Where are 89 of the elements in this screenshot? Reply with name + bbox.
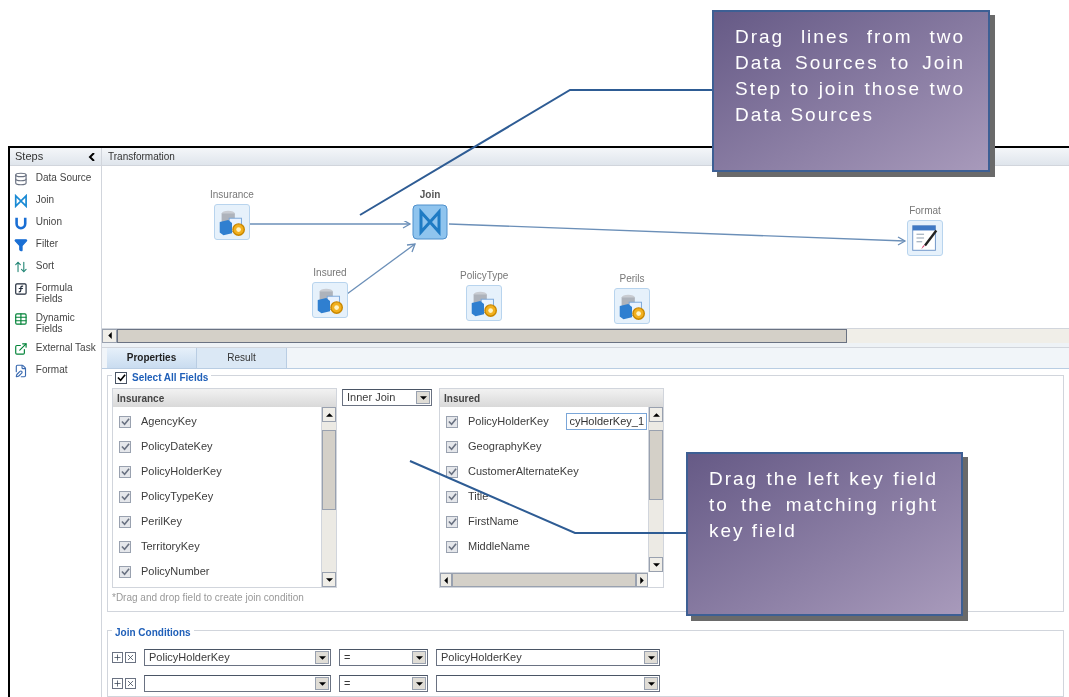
join-bowtie-icon (412, 203, 448, 240)
field-checkbox[interactable] (119, 465, 131, 478)
field-checkbox[interactable] (446, 490, 458, 503)
right-key-dropdown[interactable] (436, 675, 660, 692)
field-checkbox[interactable] (446, 515, 458, 528)
node-label: PolicyType (460, 268, 509, 283)
function-icon (14, 282, 28, 296)
field-name[interactable]: FirstName (468, 513, 519, 530)
bowtie-icon (14, 194, 28, 208)
format-brush-icon (907, 219, 943, 256)
remove-icon[interactable] (125, 678, 136, 689)
step-item[interactable]: External Task (14, 342, 97, 356)
field-name[interactable]: GeographyKey (468, 438, 542, 455)
field-name[interactable]: TerritoryKey (141, 538, 200, 555)
database-gear-icon (213, 203, 250, 240)
hint-text: *Drag and drop field to create join condition (112, 591, 305, 605)
collapse-icon[interactable] (88, 152, 96, 161)
down-arrow-icon[interactable] (325, 577, 333, 582)
right-key-dropdown[interactable]: PolicyHolderKey (436, 649, 660, 666)
node-label: Insurance (210, 187, 254, 202)
add-icon[interactable] (112, 652, 123, 663)
field-checkbox[interactable] (119, 490, 131, 503)
external-link-icon (14, 342, 28, 356)
field-name[interactable]: PolicyDateKey (141, 438, 213, 455)
select-all-checkbox[interactable] (115, 371, 127, 384)
step-item[interactable]: Union (14, 216, 97, 230)
filter-icon (14, 238, 28, 252)
field-checkbox[interactable] (119, 515, 131, 528)
field-name[interactable]: Title (468, 488, 489, 505)
node-label: Perils (619, 271, 645, 286)
join-type-dropdown[interactable]: Inner Join (342, 389, 432, 406)
step-item[interactable]: Dynamic Fields (14, 312, 97, 334)
tab[interactable]: Result (197, 347, 287, 368)
field-checkbox[interactable] (119, 440, 131, 453)
left-key-dropdown[interactable]: PolicyHolderKey (144, 649, 331, 666)
list-title: Insurance (117, 391, 165, 406)
field-checkbox[interactable] (446, 440, 458, 453)
list-title: Insured (444, 391, 481, 406)
field-checkbox[interactable] (119, 565, 131, 578)
field-name[interactable]: PolicyHolderKey (468, 413, 549, 430)
union-icon (14, 216, 28, 230)
field-checkbox[interactable] (446, 540, 458, 553)
database-icon (14, 172, 28, 186)
left-arrow-icon[interactable] (444, 576, 448, 584)
step-item[interactable]: Format (14, 364, 97, 378)
remove-icon[interactable] (125, 652, 136, 663)
table-icon (14, 312, 28, 326)
field-name[interactable]: AgencyKey (141, 413, 197, 430)
sort-icon (14, 260, 28, 274)
field-name[interactable]: PolicyTypeKey (141, 488, 214, 505)
left-key-dropdown[interactable] (144, 675, 331, 692)
step-item[interactable]: Sort (14, 260, 97, 274)
field-name[interactable]: MiddleName (468, 538, 530, 555)
database-gear-icon (312, 281, 348, 318)
down-arrow-icon[interactable] (652, 562, 660, 567)
operator-dropdown[interactable]: = (339, 675, 428, 692)
pen-document-icon (14, 364, 28, 378)
database-gear-icon (614, 287, 650, 324)
right-arrow-icon[interactable] (640, 576, 644, 584)
field-checkbox[interactable] (119, 415, 131, 428)
field-name[interactable]: PolicyNumber (141, 563, 210, 580)
connector-arrow (346, 242, 416, 295)
vertical-scrollbar[interactable] (321, 407, 336, 587)
field-name[interactable]: PolicyHolderKey (141, 463, 222, 480)
step-item[interactable]: Filter (14, 238, 97, 252)
steps-title: Steps (15, 149, 44, 165)
node-label: Format (909, 203, 941, 218)
up-arrow-icon[interactable] (652, 412, 660, 417)
field-checkbox[interactable] (446, 415, 458, 428)
step-item[interactable]: Join (14, 194, 97, 208)
add-icon[interactable] (112, 678, 123, 689)
field-checkbox[interactable] (119, 540, 131, 553)
horizontal-scrollbar[interactable] (440, 572, 648, 587)
node-label: Insured (313, 265, 347, 280)
step-item[interactable]: Data Source (14, 172, 97, 186)
tab[interactable]: Properties (107, 347, 197, 368)
field-checkbox[interactable] (446, 465, 458, 478)
field-name[interactable]: CustomerAlternateKey (468, 463, 579, 480)
canvas-title: Transformation (108, 149, 175, 164)
up-arrow-icon[interactable] (325, 412, 333, 417)
field-name[interactable]: PerilKey (141, 513, 182, 530)
database-gear-icon (466, 284, 503, 321)
alias-field[interactable]: cyHolderKey_1 (566, 413, 647, 430)
node-label: Join (419, 187, 441, 202)
step-item[interactable]: Formula Fields (14, 282, 97, 304)
left-arrow-icon[interactable] (107, 332, 112, 340)
vertical-scrollbar[interactable] (648, 407, 663, 572)
operator-dropdown[interactable]: = (339, 649, 428, 666)
horizontal-scrollbar[interactable] (102, 328, 1069, 343)
